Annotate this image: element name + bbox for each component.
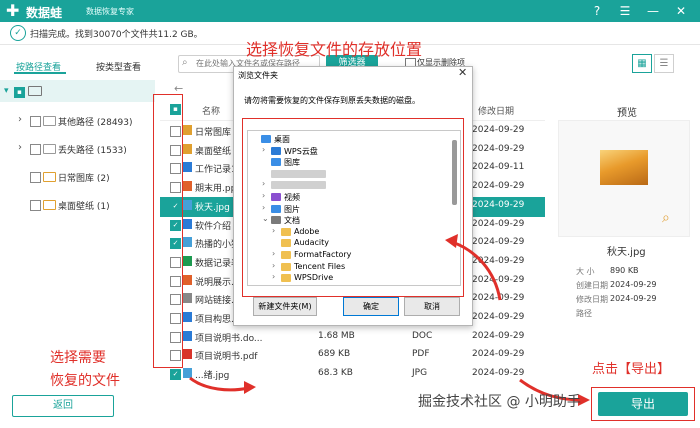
arrow-head-list <box>244 381 256 394</box>
arrow-head-tree <box>445 234 458 248</box>
watermark-text: 掘金技术社区 @ 小明助手 <box>418 394 581 410</box>
annotation-arrows <box>189 234 590 406</box>
arrow-to-tree <box>451 240 502 301</box>
arrow-to-list <box>189 376 249 392</box>
